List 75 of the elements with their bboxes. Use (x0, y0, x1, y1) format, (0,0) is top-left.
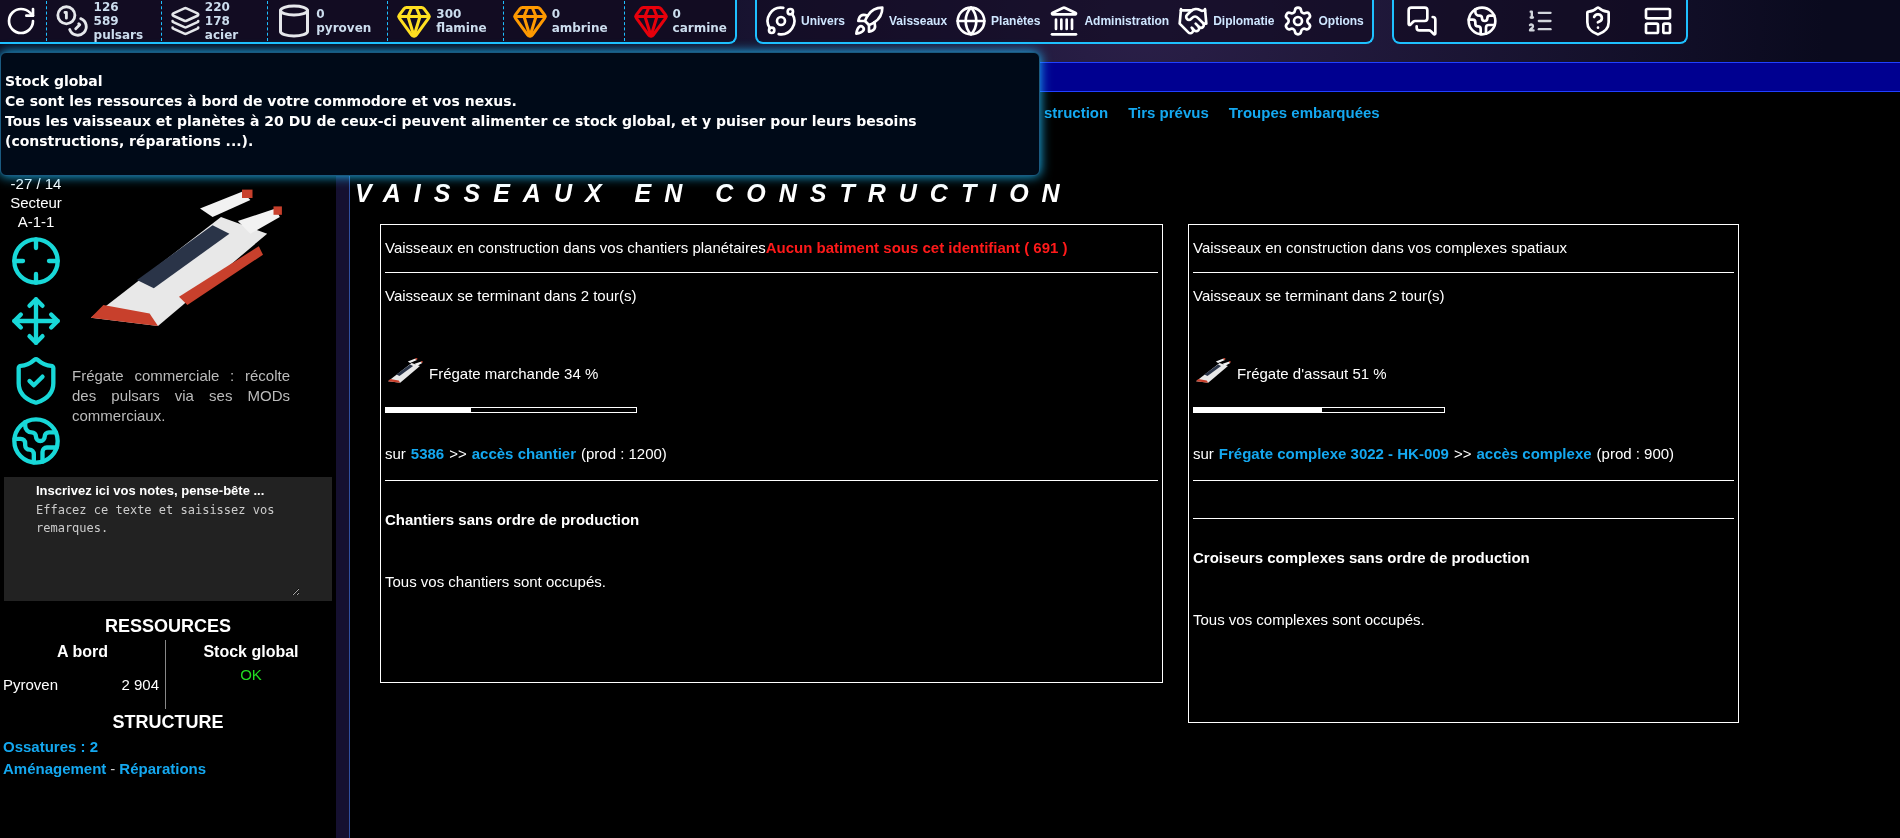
resource-name: ambrine (551, 21, 608, 35)
nav-menu-item[interactable]: Vaisseaux (853, 5, 948, 37)
rocket-icon (853, 5, 886, 37)
idle-text: Tous vos complexes sont occupés. (1193, 610, 1426, 630)
completion-text: Vaisseaux se terminant dans 2 tour(s) (1193, 285, 1446, 306)
notes-field[interactable]: Effacez ce texte et saisissez vos remarques. (36, 500, 300, 596)
idle-title: Chantiers sans ordre de production (385, 509, 641, 530)
resource-name: pyroven (316, 21, 372, 35)
nav-menu-item[interactable]: Univers (765, 5, 846, 37)
globe-icon[interactable] (1465, 5, 1498, 37)
section-tab[interactable]: Troupes embarquées (1228, 102, 1380, 125)
completion-text: Vaisseaux se terminant dans 2 tour(s) (385, 285, 638, 306)
notes-box[interactable]: Inscrivez ici vos notes, pense-bête ... Effacez ce texte et saisissez vos remarques. (4, 477, 332, 601)
location-text: >> (449, 444, 467, 464)
tooltip-text: Ce sont les ressources à bord de votre commodore et vos nexus. (5, 92, 518, 111)
location-link[interactable]: accès chantier (471, 443, 576, 466)
column-heading: A bord (56, 642, 109, 662)
tooltip-text: Tous les vaisseaux et planètes à 20 DU de ceux-ci peuvent alimenter ce stock global, et y puiser pour leurs besoins (constructions, réparations ...). (5, 112, 918, 151)
nav-menu-item[interactable]: Options (1282, 5, 1364, 37)
orbit-icon (765, 5, 797, 37)
idle-text: Tous vos chantiers sont occupés. (385, 572, 607, 592)
idle-title: Croiseurs complexes sans ordre de production (1193, 547, 1531, 568)
frames-link[interactable]: Ossatures : 2 (0, 735, 336, 758)
resource-value: 2 904 (121, 675, 159, 695)
crystal-icon (632, 3, 669, 39)
tooltip-title: Stock global (5, 72, 104, 91)
resource-label: Pyroven (3, 675, 59, 695)
resource-name: flamine (436, 21, 487, 35)
location-link[interactable]: accès complexe (1476, 443, 1592, 466)
nav-menu-item[interactable]: Planètes (955, 5, 1041, 37)
fitting-link[interactable]: Aménagement (3, 758, 107, 781)
resource-amount: 300 (436, 7, 463, 21)
resource-amount: 0 (316, 7, 326, 21)
panel-title: Vaisseaux en construction dans vos complexes spatiaux (1193, 238, 1568, 258)
globe-icon (955, 5, 988, 37)
move-icon[interactable] (10, 295, 62, 347)
resource-amount: 0 (672, 7, 682, 21)
ship-progress-text: Frégate d'assaut 51 % (1237, 363, 1387, 384)
section-tab[interactable]: Tirs prévus (1128, 102, 1209, 125)
column-heading: Stock global (203, 642, 299, 662)
section-title: RESSOURCES (104, 615, 232, 638)
section-title: STRUCTURE (111, 710, 225, 734)
handshake-icon (1177, 5, 1210, 37)
coins-icon (55, 3, 90, 39)
target-icon[interactable] (10, 235, 62, 287)
nav-menu-item[interactable]: Administration (1048, 5, 1170, 37)
chat-icon[interactable] (1405, 5, 1438, 37)
crystal-icon (396, 3, 433, 39)
location-text: sur (1193, 444, 1214, 464)
resource-amount: 0 (551, 7, 561, 21)
globe-icon[interactable] (10, 415, 62, 467)
repairs-link[interactable]: Réparations (119, 758, 207, 781)
location-text: sur (385, 444, 406, 464)
error-text: Aucun batiment sous cet identifiant ( 691 ) (765, 238, 1068, 258)
location-text: (prod : 1200) (581, 444, 667, 464)
resource-name: acier (204, 28, 240, 42)
resource-name: pulsars (93, 28, 145, 42)
separator-text: - (110, 759, 116, 779)
status-text: OK (240, 665, 262, 685)
page-title: VAISSEAUX EN CONSTRUCTION (355, 177, 1074, 209)
section-tab[interactable]: struction (1044, 102, 1109, 125)
ship-description: Frégate commerciale : récolte des pulsars via ses MODs commerciaux. (72, 366, 290, 426)
location-link[interactable]: 5386 (410, 443, 445, 466)
location-text: (prod : 900) (1596, 444, 1675, 464)
resource-name: carmine (672, 21, 727, 35)
location-link[interactable]: Frégate complexe 3022 - HK-009 (1218, 443, 1449, 466)
panel-title: Vaisseaux en construction dans vos chantiers planétaires (385, 238, 766, 258)
ship-progress-text: Frégate marchande 34 % (429, 363, 599, 384)
position-text: Secteur (10, 193, 62, 212)
position-text: -27 / 14 (10, 174, 62, 193)
location-text: >> (1453, 444, 1472, 464)
position-text: A-1-1 (17, 212, 55, 231)
crystal-icon (511, 3, 548, 39)
notes-label: Inscrivez ici vos notes, pense-bête ... (36, 482, 266, 500)
nav-menu-item[interactable]: Diplomatie (1177, 5, 1275, 37)
